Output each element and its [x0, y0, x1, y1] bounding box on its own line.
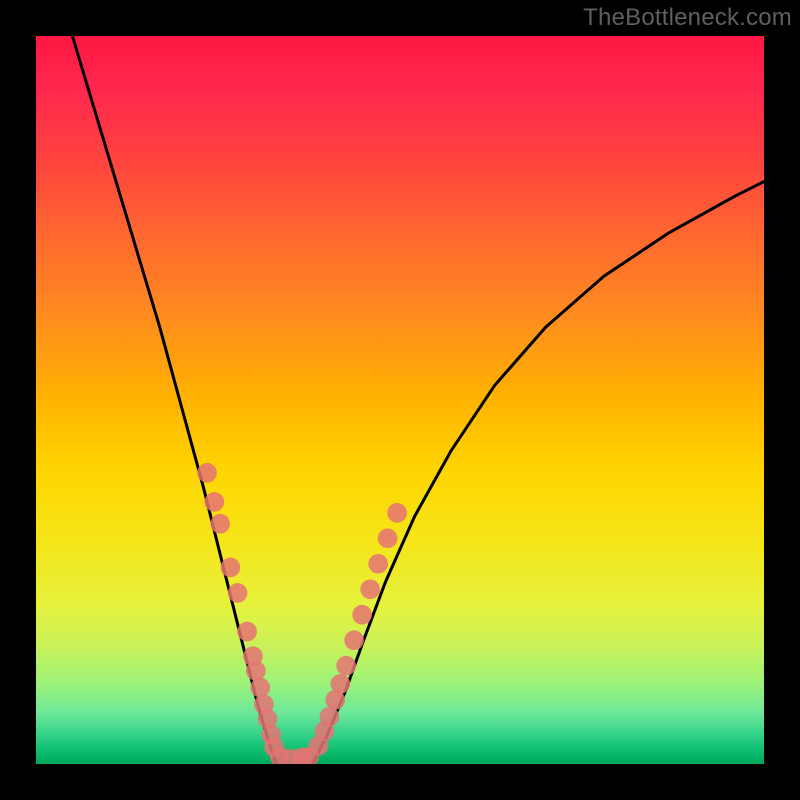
plot-background-gradient	[36, 36, 764, 764]
watermark-text: TheBottleneck.com	[583, 4, 792, 32]
chart-frame: TheBottleneck.com	[0, 0, 800, 800]
